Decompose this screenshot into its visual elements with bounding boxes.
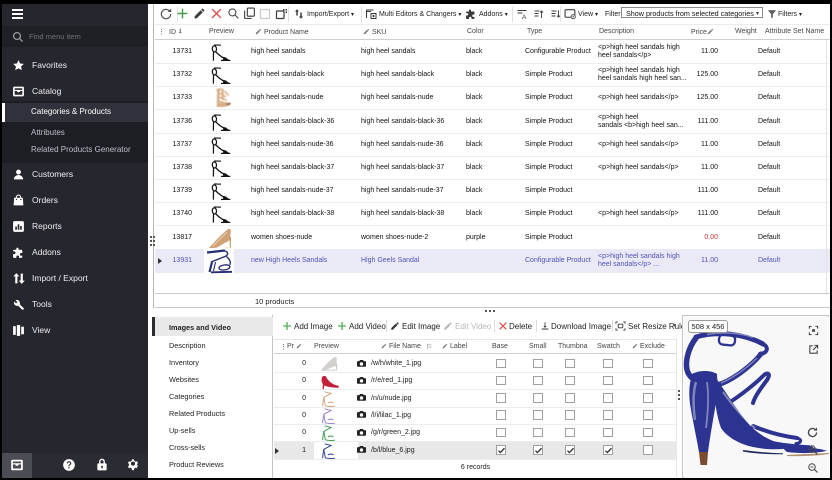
- svg-text:A: A: [522, 14, 527, 20]
